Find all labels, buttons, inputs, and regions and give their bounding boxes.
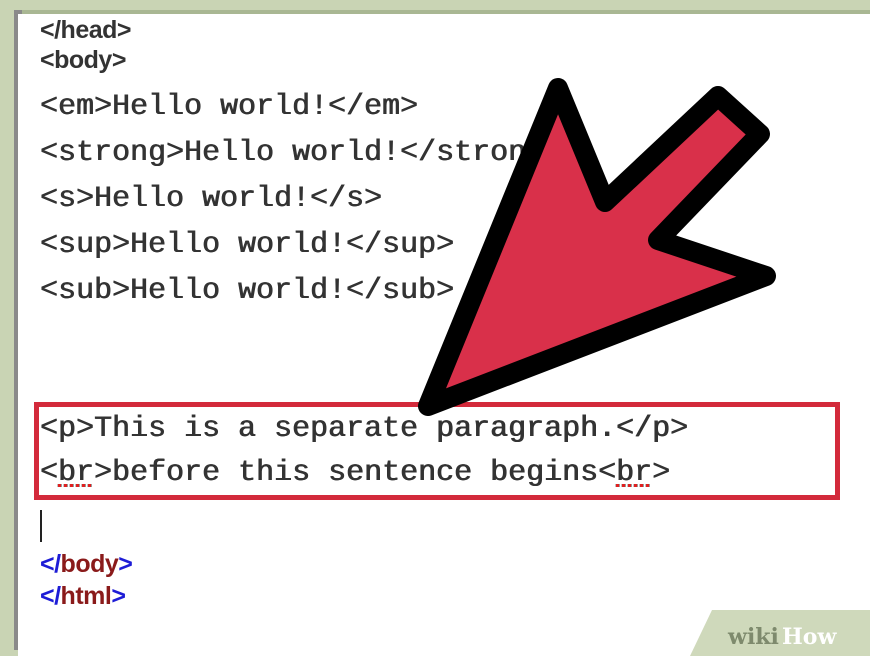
watermark-how: How (782, 624, 837, 650)
code-editor[interactable]: </head> <body> <em>Hello world!</em> <st… (18, 14, 870, 656)
pointer-arrow-icon (418, 78, 776, 416)
wikihow-watermark: wiki How (690, 610, 870, 656)
watermark-wiki: wiki (727, 624, 779, 650)
